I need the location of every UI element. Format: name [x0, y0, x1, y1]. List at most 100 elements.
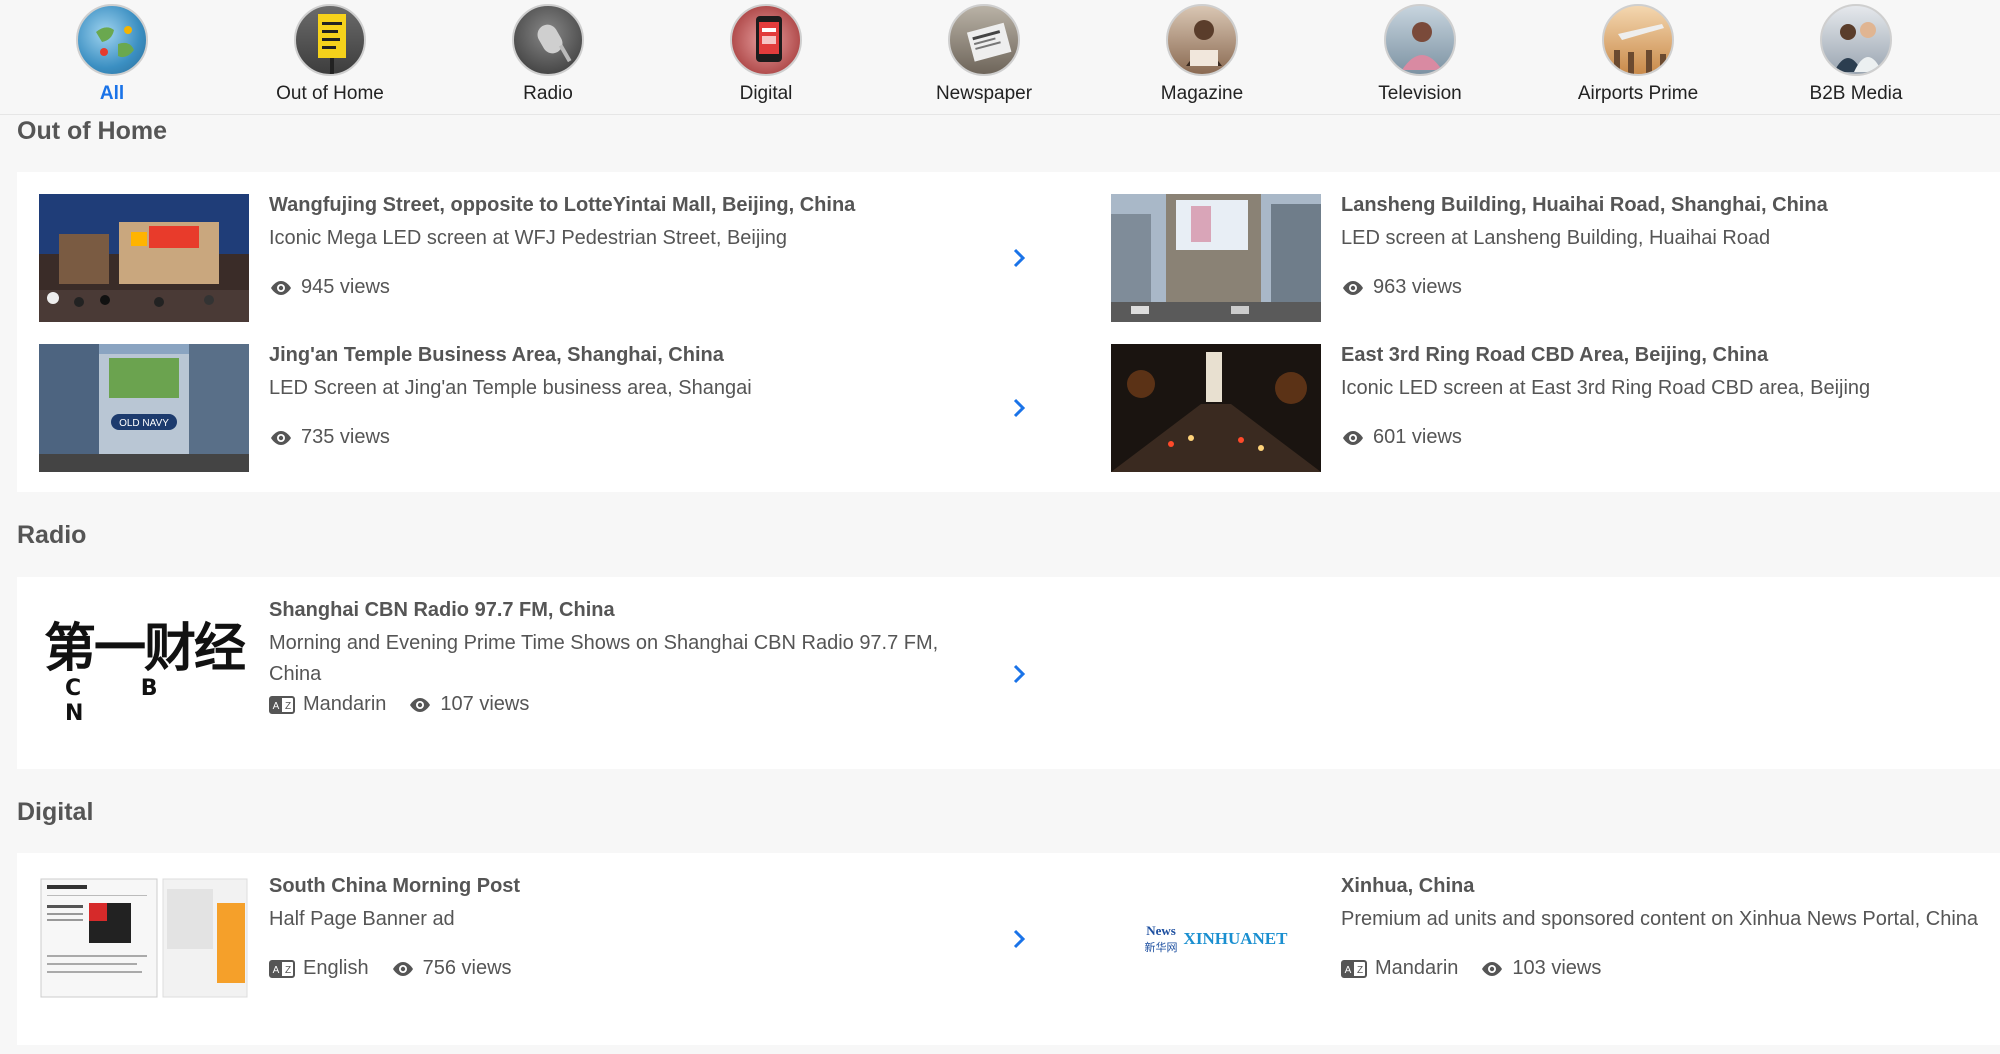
category-television[interactable]: Television	[1320, 4, 1520, 105]
eye-icon	[271, 430, 291, 445]
section-title-out-of-home: Out of Home	[17, 117, 167, 145]
business-icon	[1820, 4, 1892, 76]
xinhuanet-logo: News 新华网 XINHUANET	[1111, 875, 1321, 1003]
list-item[interactable]: News 新华网 XINHUANET Xinhua, China Premium…	[1111, 875, 1991, 1003]
listing-thumbnail	[1111, 344, 1321, 472]
svg-text:A: A	[1345, 965, 1352, 976]
category-label: B2B Media	[1809, 83, 1903, 104]
category-magazine[interactable]: Magazine	[1102, 4, 1302, 105]
listing-meta: AZ Mandarin 107 views	[269, 693, 551, 716]
eye-icon	[1482, 961, 1503, 976]
svg-text:OLD NAVY: OLD NAVY	[119, 418, 169, 429]
newspaper-icon	[948, 4, 1020, 76]
chevron-right-icon[interactable]	[1007, 662, 1031, 686]
listing-title[interactable]: South China Morning Post	[269, 875, 520, 898]
svg-text:Z: Z	[285, 965, 291, 976]
section-panel-radio: 第一财经 C B N Shanghai CBN Radio 97.7 FM, C…	[17, 577, 2000, 769]
category-label: Radio	[523, 83, 573, 104]
eye-icon	[1343, 280, 1363, 295]
category-newspaper[interactable]: Newspaper	[884, 4, 1084, 105]
category-bar: All Out of Home Radio Digital Newspaper …	[0, 0, 2000, 115]
listing-description: LED screen at Lansheng Building, Huaihai…	[1341, 227, 1771, 249]
chevron-right-icon[interactable]	[1007, 396, 1031, 420]
language: Mandarin	[303, 693, 387, 715]
logo-text: XINHUANET	[1183, 929, 1288, 948]
listing-meta: AZ Mandarin 103 views	[1341, 957, 1623, 980]
listing-meta: 963 views	[1341, 276, 1484, 299]
category-label: Magazine	[1160, 83, 1244, 104]
view-count: 756 views	[422, 957, 512, 979]
category-digital[interactable]: Digital	[666, 4, 866, 105]
eye-icon	[271, 280, 291, 295]
section-panel-digital: South China Morning Post Half Page Banne…	[17, 853, 2000, 1045]
listing-meta: 601 views	[1341, 426, 1484, 449]
chevron-right-icon[interactable]	[1007, 246, 1031, 270]
category-label: Newspaper	[935, 83, 1033, 104]
section-title-radio: Radio	[17, 521, 87, 549]
eye-icon	[1343, 430, 1363, 445]
listing-meta: 945 views	[269, 276, 412, 299]
list-item[interactable]: South China Morning Post Half Page Banne…	[39, 875, 1039, 1003]
listing-description: Iconic LED screen at East 3rd Ring Road …	[1341, 377, 1871, 399]
listing-description: Half Page Banner ad	[269, 908, 455, 930]
translate-icon: AZ	[269, 959, 295, 978]
category-airports-prime[interactable]: Airports Prime	[1538, 4, 1738, 105]
listing-thumbnail	[1111, 194, 1321, 322]
svg-text:Z: Z	[285, 701, 291, 712]
svg-text:A: A	[273, 965, 280, 976]
listing-description: Premium ad units and sponsored content o…	[1341, 908, 1979, 930]
section-title-digital: Digital	[17, 798, 94, 826]
logo-latin: C B N	[65, 676, 184, 726]
section-panel-out-of-home: Wangfujing Street, opposite to LotteYint…	[17, 172, 2000, 492]
eye-icon	[392, 961, 413, 976]
list-item[interactable]: 第一财经 C B N Shanghai CBN Radio 97.7 FM, C…	[39, 599, 1039, 749]
logo-news: News	[1146, 923, 1176, 938]
microphone-icon	[512, 4, 584, 76]
view-count: 963 views	[1373, 276, 1462, 298]
cbn-logo: 第一财经 C B N	[39, 599, 249, 749]
view-count: 107 views	[440, 693, 530, 715]
listing-description: Iconic Mega LED screen at WFJ Pedestrian…	[269, 227, 788, 249]
listing-meta: 735 views	[269, 426, 412, 449]
eye-icon	[410, 697, 431, 712]
magazine-icon	[1166, 4, 1238, 76]
category-label: Television	[1378, 83, 1462, 104]
listing-title[interactable]: East 3rd Ring Road CBD Area, Beijing, Ch…	[1341, 344, 1768, 367]
list-item[interactable]: OLD NAVY Jing'an Temple Business Area, S…	[39, 344, 1039, 472]
list-item[interactable]: Wangfujing Street, opposite to LotteYint…	[39, 194, 1039, 322]
category-label: Airports Prime	[1577, 83, 1699, 104]
logo-badge: 新华网	[1144, 941, 1178, 954]
globe-icon	[76, 4, 148, 76]
language: English	[303, 957, 369, 979]
category-b2b-media[interactable]: B2B Media	[1756, 4, 1956, 105]
billboard-icon	[294, 4, 366, 76]
view-count: 601 views	[1373, 426, 1462, 448]
listing-title[interactable]: Lansheng Building, Huaihai Road, Shangha…	[1341, 194, 1828, 217]
view-count: 735 views	[301, 426, 390, 448]
view-count: 945 views	[301, 276, 390, 298]
listing-thumbnail	[39, 194, 249, 322]
listing-title[interactable]: Wangfujing Street, opposite to LotteYint…	[269, 194, 855, 217]
translate-icon: AZ	[269, 695, 295, 714]
listing-description: LED Screen at Jing'an Temple business ar…	[269, 377, 752, 399]
category-out-of-home[interactable]: Out of Home	[230, 4, 430, 105]
svg-text:A: A	[273, 701, 280, 712]
listing-meta: AZ English 756 views	[269, 957, 534, 980]
list-item[interactable]: Lansheng Building, Huaihai Road, Shangha…	[1111, 194, 1991, 322]
language: Mandarin	[1375, 957, 1459, 979]
listing-title[interactable]: Jing'an Temple Business Area, Shanghai, …	[269, 344, 724, 367]
television-icon	[1384, 4, 1456, 76]
category-label: Digital	[739, 83, 793, 104]
list-item[interactable]: East 3rd Ring Road CBD Area, Beijing, Ch…	[1111, 344, 1991, 472]
chevron-right-icon[interactable]	[1007, 927, 1031, 951]
category-all[interactable]: All	[12, 4, 212, 105]
airport-icon	[1602, 4, 1674, 76]
logo-chinese: 第一财经	[43, 619, 246, 679]
listing-title[interactable]: Xinhua, China	[1341, 875, 1474, 898]
listing-title[interactable]: Shanghai CBN Radio 97.7 FM, China	[269, 599, 615, 622]
svg-text:Z: Z	[1357, 965, 1363, 976]
translate-icon: AZ	[1341, 959, 1367, 978]
category-label: All	[99, 83, 125, 104]
smartphone-icon	[730, 4, 802, 76]
category-radio[interactable]: Radio	[448, 4, 648, 105]
